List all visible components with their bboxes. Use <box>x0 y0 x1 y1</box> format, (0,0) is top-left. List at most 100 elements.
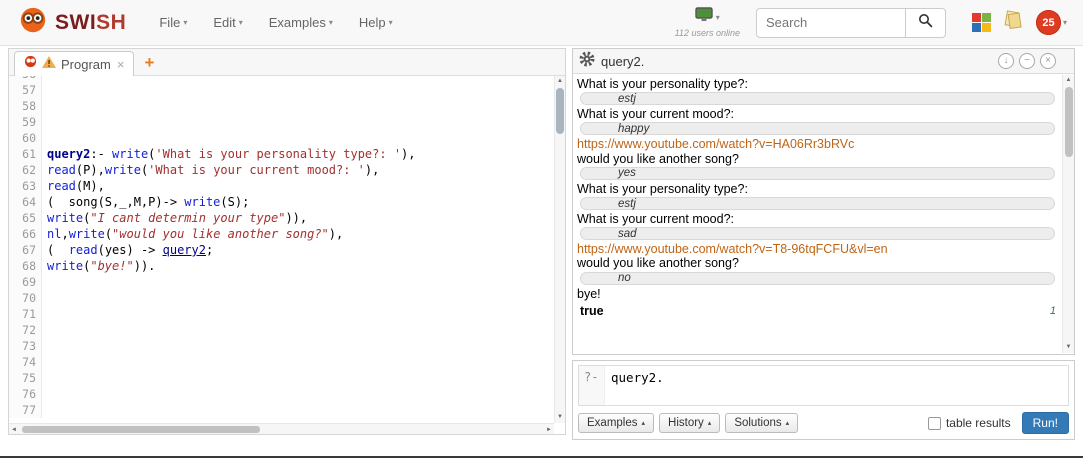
result-value: true <box>580 303 604 318</box>
runner-header: query2. ↓ − × <box>573 49 1074 74</box>
window-bottom-edge <box>0 456 1083 458</box>
line-number: 67 <box>22 243 36 257</box>
solutions-button[interactable]: Solutions ▴ <box>725 413 799 433</box>
top-navbar: SWISH File ▾ Edit ▾ Examples ▾ Help ▾ ▾ 112 … <box>0 0 1083 46</box>
new-tab-button[interactable]: + <box>134 50 164 75</box>
download-icon: ↓ <box>1003 55 1009 66</box>
download-answers-button[interactable]: ↓ <box>998 53 1014 69</box>
line-number: 76 <box>22 387 36 401</box>
caret-down-icon: ▾ <box>715 12 720 22</box>
close-runner-button[interactable]: × <box>1040 53 1056 69</box>
line-number: 65 <box>22 211 36 225</box>
brand-text: SWISH <box>55 10 127 34</box>
caret-down-icon: ▾ <box>388 18 393 27</box>
query-editor[interactable]: ?- query2. <box>578 365 1069 406</box>
runner-entry-input[interactable]: no <box>580 271 1055 285</box>
editor-vertical-scrollbar[interactable]: ▲ ▼ <box>554 76 565 423</box>
line-number: 68 <box>22 259 36 273</box>
search-button[interactable] <box>905 7 946 38</box>
users-online-menu[interactable]: ▾ <box>695 7 720 27</box>
gear-icon[interactable] <box>579 51 595 72</box>
search-input[interactable] <box>755 7 906 38</box>
users-online-label: 112 users online <box>674 28 740 38</box>
menu-help[interactable]: Help ▾ <box>346 15 406 30</box>
line-number: 57 <box>22 83 36 97</box>
swish-logo[interactable]: SWISH <box>18 5 126 40</box>
warning-icon[interactable] <box>42 55 56 73</box>
history-button[interactable]: History ▴ <box>659 413 721 433</box>
runner-entry-input[interactable]: yes <box>580 166 1055 180</box>
tab-close-icon[interactable]: × <box>117 57 125 72</box>
line-number: 63 <box>22 179 36 193</box>
menu-file[interactable]: File ▾ <box>146 15 200 30</box>
users-online-group: ▾ 112 users online <box>675 7 740 38</box>
documents-stack-icon[interactable] <box>1003 9 1024 36</box>
runner-scroll-thumb[interactable] <box>1065 87 1073 157</box>
runner-scrollbar[interactable]: ▲ ▼ <box>1062 75 1074 353</box>
horizontal-scroll-thumb[interactable] <box>22 426 260 433</box>
query-panel: ?- query2. Examples ▴ History ▴ Solutions ▴… <box>572 360 1075 440</box>
code-line: read(M), <box>47 179 105 193</box>
menu-edit[interactable]: Edit ▾ <box>200 15 255 30</box>
caret-down-icon: ▾ <box>1062 18 1067 27</box>
caret-up-icon: ▴ <box>785 420 790 427</box>
line-number: 72 <box>22 323 36 337</box>
notifications-menu[interactable]: 25 ▾ <box>1035 10 1067 35</box>
table-results-label[interactable]: table results <box>946 416 1011 430</box>
scroll-right-icon[interactable]: ► <box>546 426 552 434</box>
close-icon: × <box>1045 55 1051 66</box>
runner-entry-result: true 1 <box>577 301 1058 318</box>
runner-entry-input[interactable]: sad <box>580 227 1055 241</box>
users-online-icon <box>695 7 713 27</box>
prolog-editor[interactable]: 5657585960616263646566676869707172737475… <box>9 76 565 434</box>
code-line: query2:- write('What is your personality… <box>47 147 416 161</box>
code-line: nl,write("would you like another song?")… <box>47 227 344 241</box>
scroll-down-icon[interactable]: ▼ <box>555 413 565 422</box>
vertical-scroll-thumb[interactable] <box>556 88 564 134</box>
swish-ball-icon <box>24 55 37 73</box>
scroll-up-icon[interactable]: ▲ <box>1063 76 1074 85</box>
runner-entry-text: What is your current mood?: <box>577 212 735 227</box>
runner-entry-link[interactable]: https://www.youtube.com/watch?v=HA06Rr3b… <box>577 137 1058 151</box>
menu-examples[interactable]: Examples ▾ <box>256 15 346 30</box>
line-number: 58 <box>22 99 36 113</box>
apps-grid-icon[interactable] <box>971 13 991 32</box>
runner-entry-link[interactable]: https://www.youtube.com/watch?v=T8-96tqF… <box>577 242 1058 256</box>
runner-entry-text: would you like another song? <box>577 256 739 271</box>
run-button[interactable]: Run! <box>1021 412 1069 434</box>
editor-horizontal-scrollbar[interactable]: ◄ ► <box>9 423 554 434</box>
scroll-down-icon[interactable]: ▼ <box>1063 343 1074 352</box>
line-number: 75 <box>22 371 36 385</box>
runner-entry-text: What is your current mood?: <box>577 107 735 122</box>
runner-entry-text: What is your personality type?: <box>577 181 748 196</box>
editor-code-lines[interactable]: query2:- write('What is your personality… <box>42 76 565 418</box>
code-line: ( read(yes) -> query2; <box>47 243 214 257</box>
table-results-checkbox[interactable] <box>927 416 941 430</box>
runner-entry-input[interactable]: happy <box>580 122 1055 136</box>
runner-output: What is your personality type?: estj What … <box>573 74 1074 354</box>
line-number: 71 <box>22 307 36 321</box>
line-number: 59 <box>22 115 36 129</box>
runner-entry-text: What is your personality type?: <box>577 77 748 91</box>
scroll-left-icon[interactable]: ◄ <box>11 426 17 434</box>
examples-button[interactable]: Examples ▴ <box>578 413 655 433</box>
runner-entry-input[interactable]: estj <box>580 197 1055 211</box>
code-line: read(P),write('What is your current mood… <box>47 163 380 177</box>
scroll-up-icon[interactable]: ▲ <box>555 77 565 86</box>
line-number: 69 <box>22 275 36 289</box>
minimize-runner-button[interactable]: − <box>1019 53 1035 69</box>
minus-icon: − <box>1024 55 1030 66</box>
tab-program[interactable]: Program × <box>14 51 135 76</box>
editor-gutter: 5657585960616263646566676869707172737475… <box>9 76 42 418</box>
notification-badge: 25 <box>1035 10 1061 35</box>
runner-entry-text: bye! <box>577 286 601 301</box>
runner-entry-input[interactable]: estj <box>580 92 1055 106</box>
line-number: 77 <box>22 403 36 417</box>
runner-entry-text: would you like another song? <box>577 151 739 166</box>
